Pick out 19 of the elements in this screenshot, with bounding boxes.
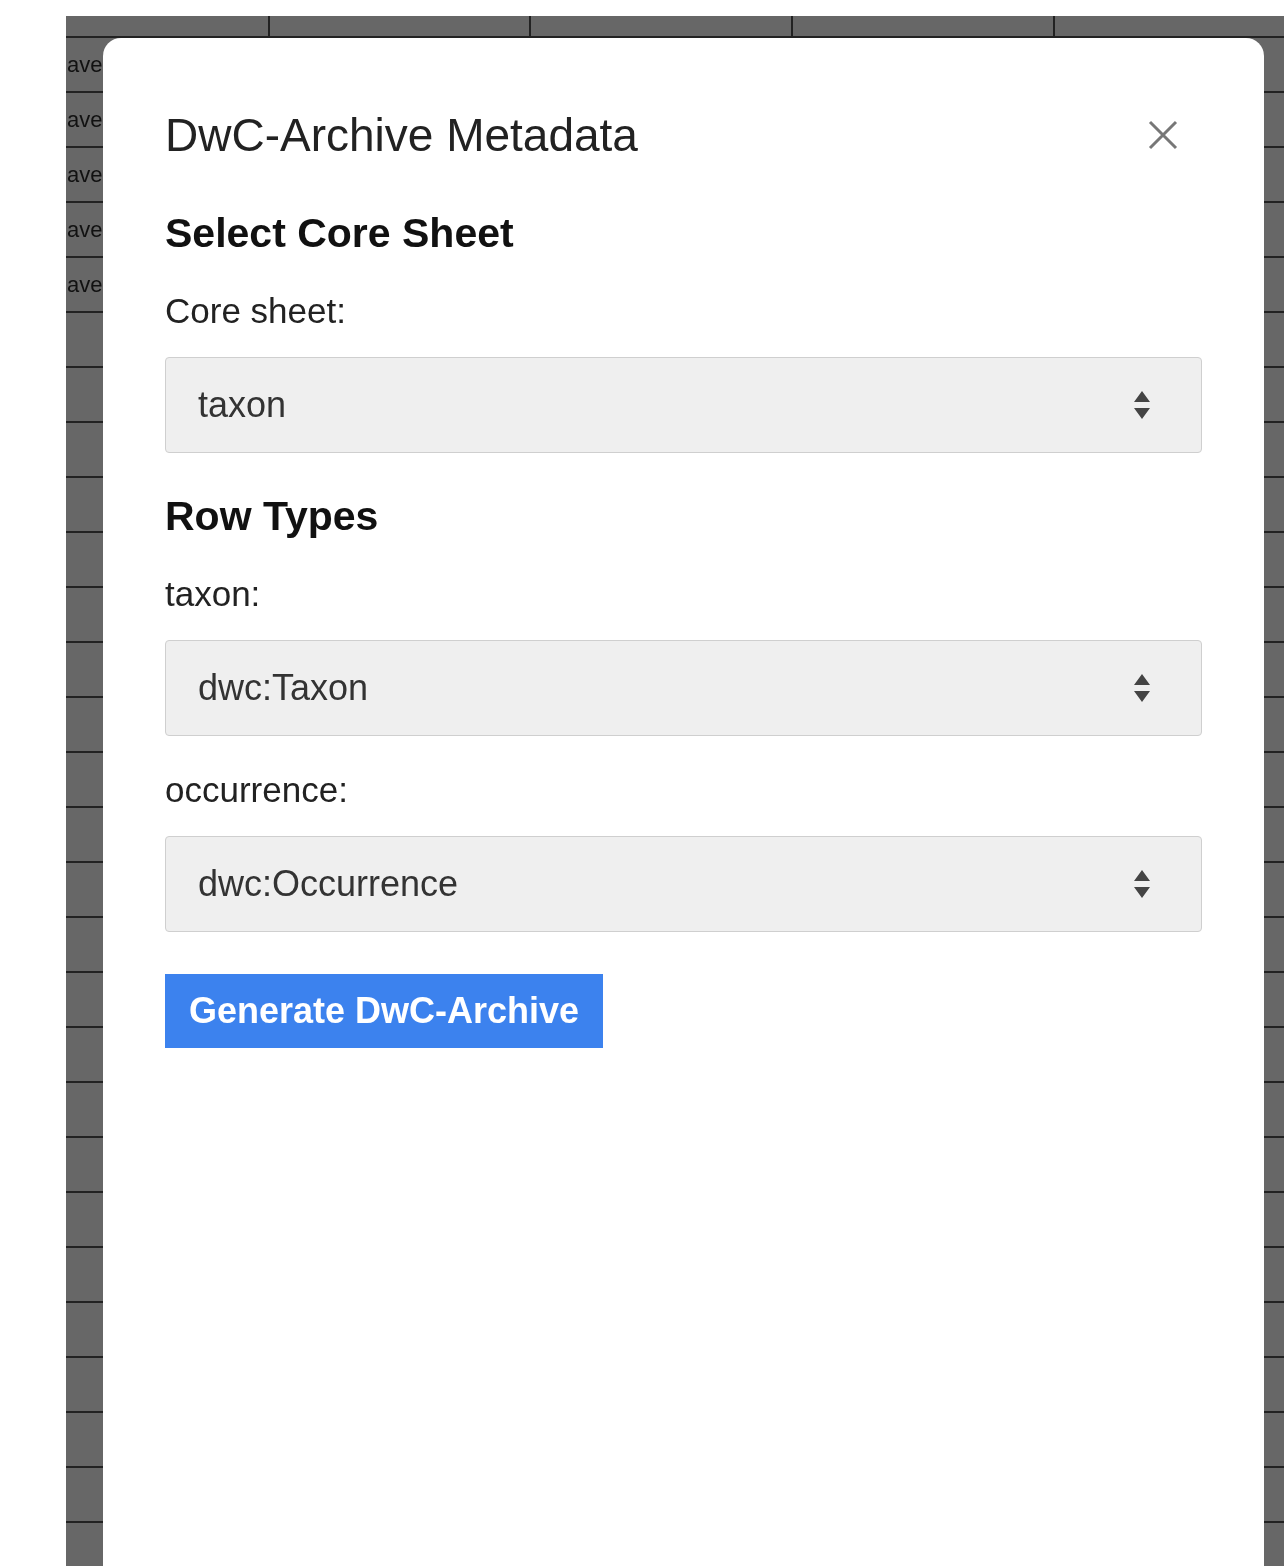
section-heading: Row Types: [165, 493, 380, 540]
select-field[interactable]: dwc:Occurrence: [165, 836, 1202, 932]
select-field[interactable]: taxon: [165, 357, 1202, 453]
updown-caret-icon: [1133, 389, 1151, 421]
select-field[interactable]: dwc:Taxon: [165, 640, 1202, 736]
field-label: occurrence:: [165, 770, 349, 810]
field-label: taxon:: [165, 574, 262, 614]
cell-text: ave: [66, 271, 103, 298]
cell-text: ave: [66, 216, 103, 243]
close-icon: [1148, 120, 1178, 150]
field-label: Core sheet:: [165, 291, 347, 331]
dialog-title: DwC-Archive Metadata: [165, 108, 638, 162]
cell-text: ave: [66, 161, 103, 188]
updown-caret-icon: [1133, 868, 1151, 900]
section-heading: Select Core Sheet: [165, 210, 515, 257]
cell-text: ave: [66, 106, 103, 133]
generate-button[interactable]: Generate DwC-Archive: [165, 974, 604, 1048]
cell-text: ave: [66, 51, 103, 78]
updown-caret-icon: [1133, 672, 1151, 704]
